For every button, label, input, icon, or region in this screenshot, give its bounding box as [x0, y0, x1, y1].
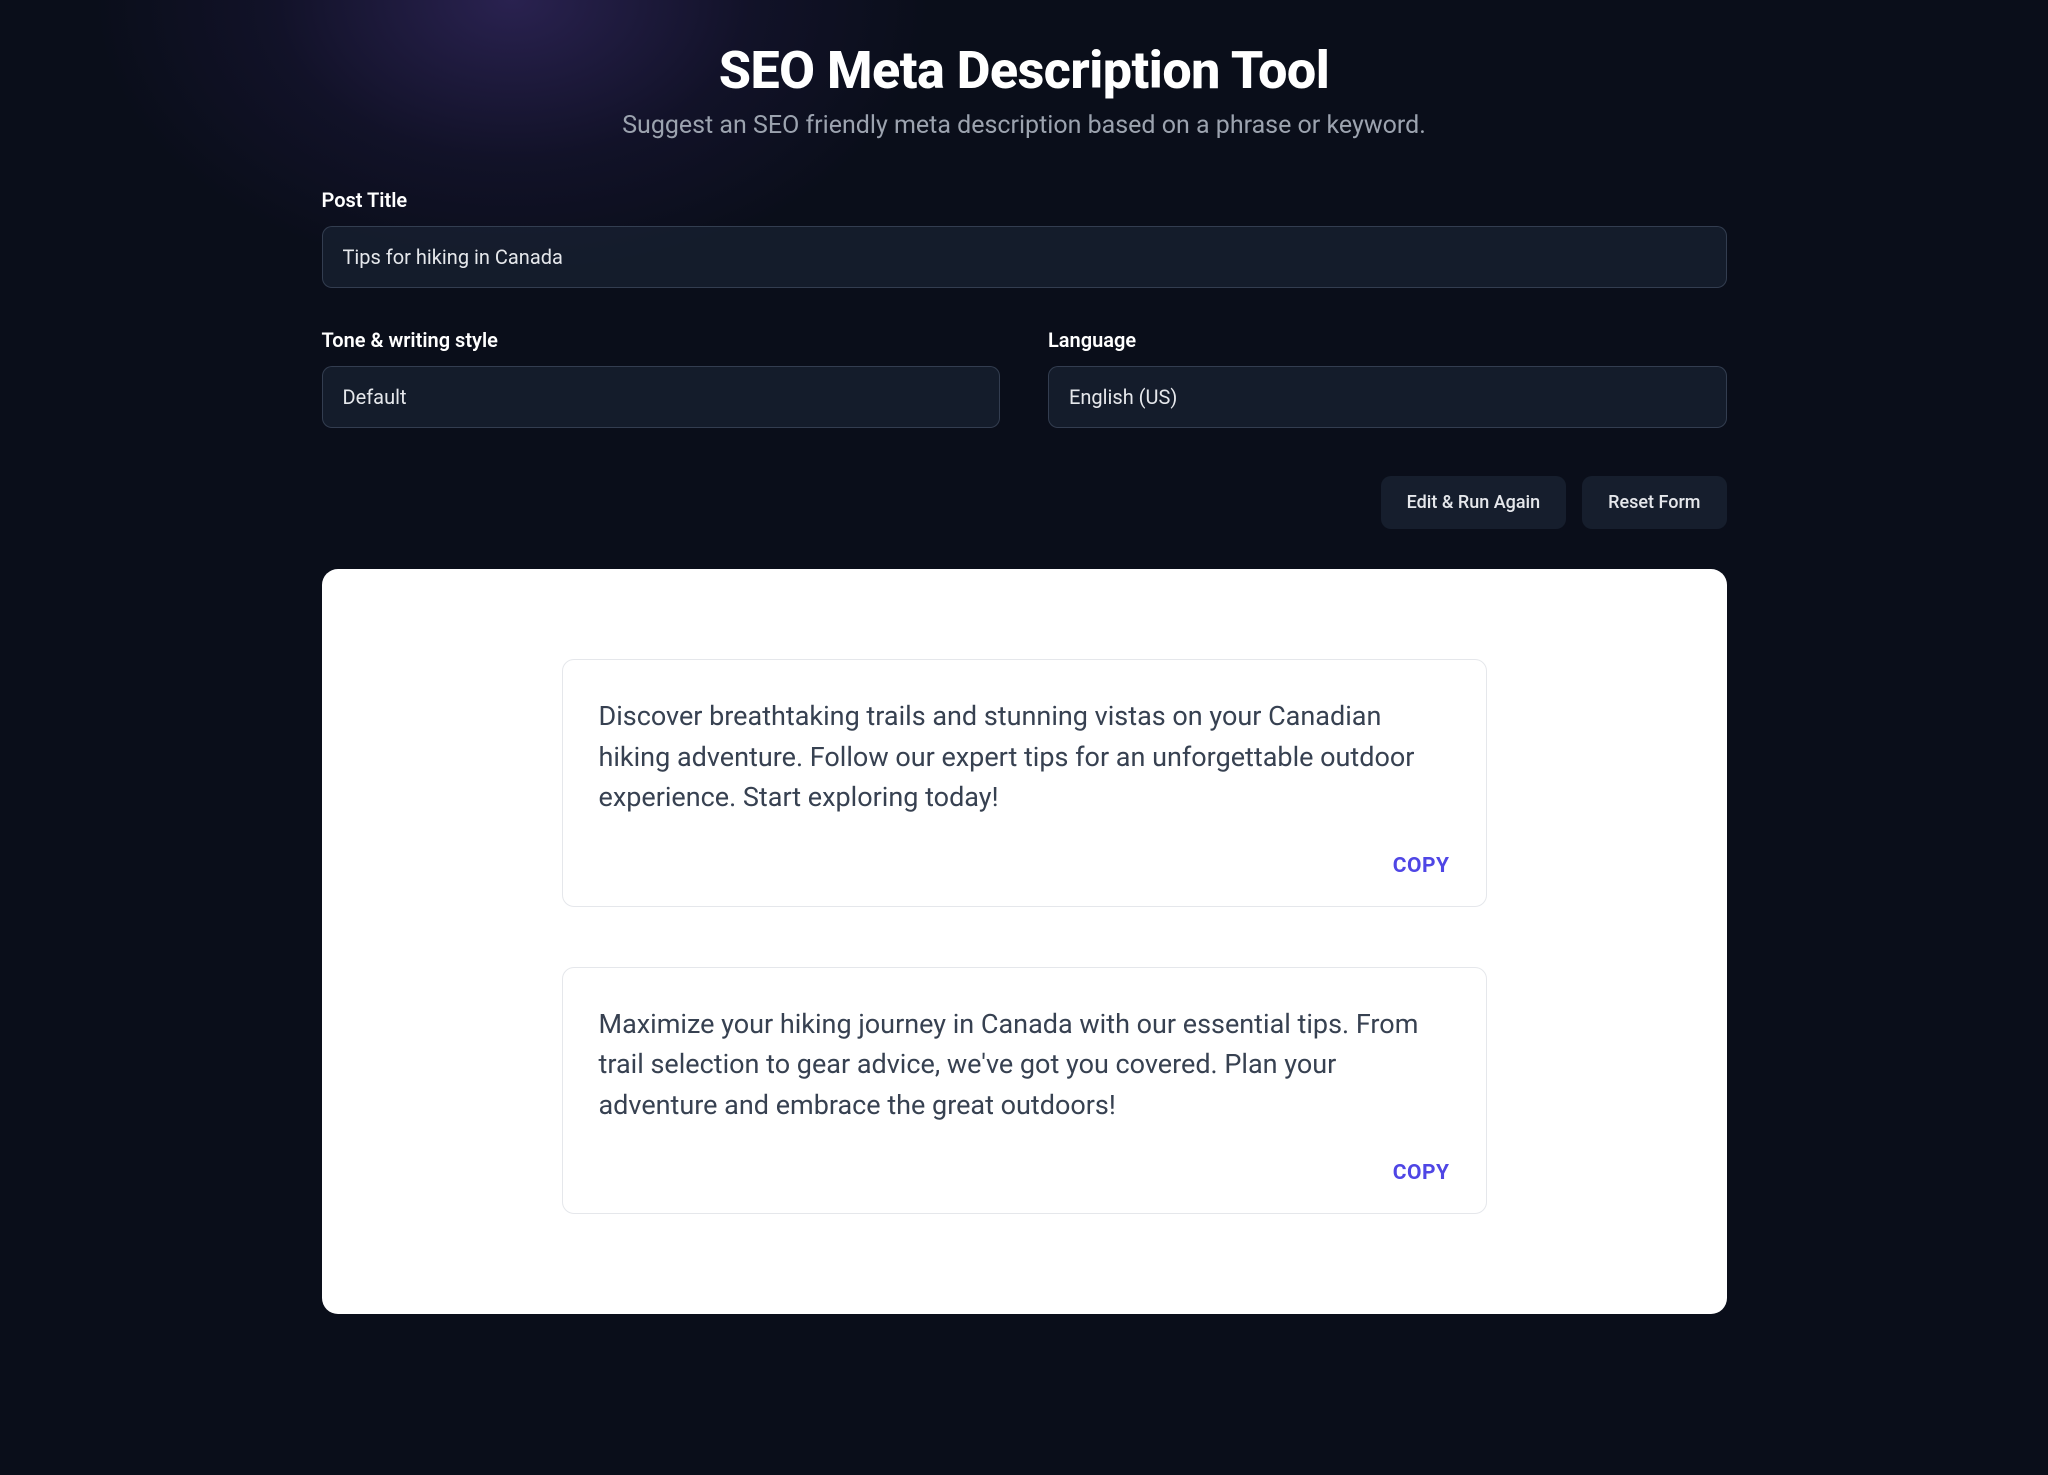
- page-header: SEO Meta Description Tool Suggest an SEO…: [322, 40, 1727, 140]
- reset-form-button[interactable]: Reset Form: [1582, 476, 1726, 529]
- result-card: Discover breathtaking trails and stunnin…: [562, 659, 1487, 907]
- tone-label: Tone & writing style: [322, 328, 1001, 352]
- language-select[interactable]: English (US): [1048, 366, 1727, 428]
- tone-select[interactable]: Default: [322, 366, 1001, 428]
- language-label: Language: [1048, 328, 1727, 352]
- page-subtitle: Suggest an SEO friendly meta description…: [322, 111, 1727, 140]
- copy-button[interactable]: COPY: [1393, 854, 1450, 878]
- post-title-label: Post Title: [322, 188, 1727, 212]
- action-buttons: Edit & Run Again Reset Form: [322, 476, 1727, 529]
- page-title: SEO Meta Description Tool: [322, 40, 1727, 101]
- form-section: Post Title Tone & writing style Default …: [322, 188, 1727, 428]
- result-text: Discover breathtaking trails and stunnin…: [599, 696, 1450, 818]
- results-panel: Discover breathtaking trails and stunnin…: [322, 569, 1727, 1314]
- result-text: Maximize your hiking journey in Canada w…: [599, 1004, 1450, 1126]
- post-title-input[interactable]: [322, 226, 1727, 288]
- edit-run-button[interactable]: Edit & Run Again: [1381, 476, 1567, 529]
- result-card: Maximize your hiking journey in Canada w…: [562, 967, 1487, 1215]
- copy-button[interactable]: COPY: [1393, 1161, 1450, 1185]
